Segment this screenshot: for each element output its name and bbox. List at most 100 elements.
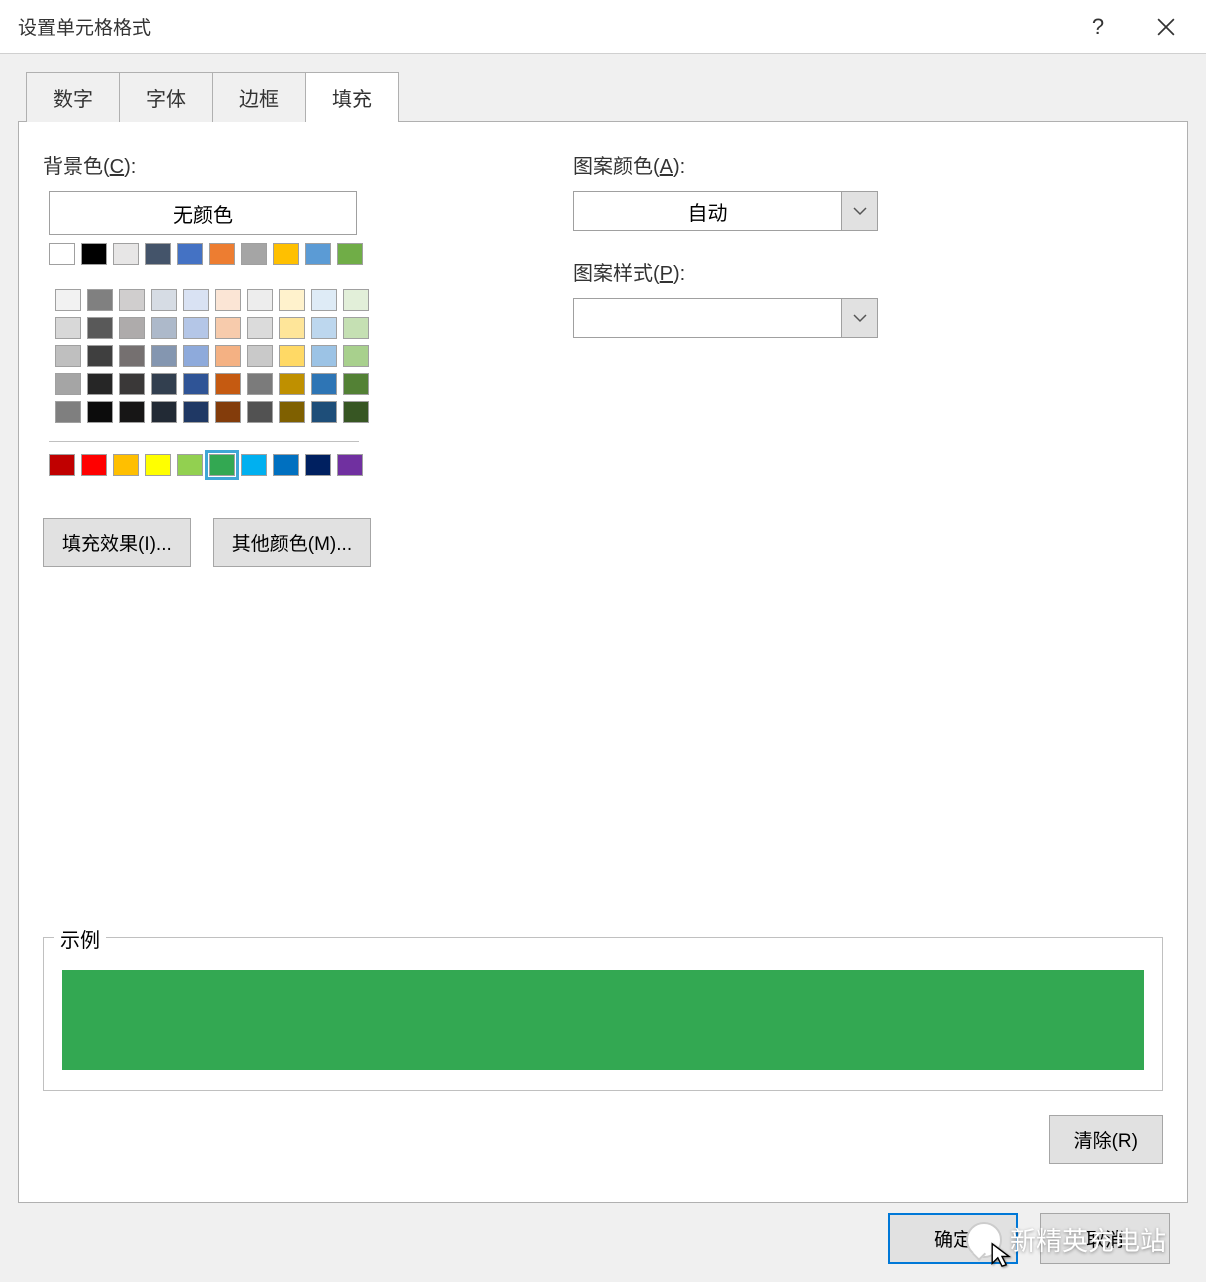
color-swatch[interactable] [87, 373, 113, 395]
color-swatch[interactable] [241, 454, 267, 476]
color-swatch[interactable] [87, 401, 113, 423]
theme-swatch-row [55, 289, 463, 311]
no-color-button[interactable]: 无颜色 [49, 191, 357, 235]
pattern-style-dropdown-arrow[interactable] [841, 299, 877, 337]
color-swatch[interactable] [113, 243, 139, 265]
swatch-row-basic [49, 243, 463, 265]
color-swatch[interactable] [49, 243, 75, 265]
tab-font[interactable]: 字体 [119, 72, 213, 122]
color-swatch[interactable] [311, 373, 337, 395]
color-swatch[interactable] [55, 401, 81, 423]
color-swatch[interactable] [247, 317, 273, 339]
color-swatch[interactable] [311, 345, 337, 367]
theme-swatch-row [55, 401, 463, 423]
color-swatch[interactable] [241, 243, 267, 265]
color-swatch[interactable] [337, 454, 363, 476]
color-swatch[interactable] [55, 317, 81, 339]
tab-fill[interactable]: 填充 [305, 72, 399, 122]
color-swatch[interactable] [273, 243, 299, 265]
ok-button[interactable]: 确定 [888, 1213, 1018, 1264]
color-swatch[interactable] [55, 289, 81, 311]
color-swatch[interactable] [215, 401, 241, 423]
close-button[interactable] [1144, 5, 1188, 49]
color-swatch[interactable] [337, 243, 363, 265]
color-swatch[interactable] [215, 289, 241, 311]
help-button[interactable]: ? [1076, 5, 1120, 49]
fill-effects-button[interactable]: 填充效果(I)... [43, 518, 191, 567]
pattern-color-dropdown-arrow[interactable] [841, 192, 877, 230]
color-swatch[interactable] [279, 289, 305, 311]
color-swatch[interactable] [305, 243, 331, 265]
color-swatch[interactable] [87, 317, 113, 339]
color-swatch[interactable] [151, 373, 177, 395]
color-swatch[interactable] [247, 289, 273, 311]
color-swatch[interactable] [145, 454, 171, 476]
tab-border[interactable]: 边框 [212, 72, 306, 122]
color-swatch[interactable] [183, 345, 209, 367]
color-swatch[interactable] [151, 345, 177, 367]
color-swatch[interactable] [55, 345, 81, 367]
color-swatch[interactable] [119, 373, 145, 395]
color-swatch[interactable] [183, 373, 209, 395]
color-swatch[interactable] [177, 243, 203, 265]
color-swatch[interactable] [273, 454, 299, 476]
color-swatch[interactable] [343, 317, 369, 339]
cancel-button[interactable]: 取消 [1040, 1213, 1170, 1264]
color-swatch[interactable] [305, 454, 331, 476]
color-swatch[interactable] [55, 373, 81, 395]
tabs: 数字 字体 边框 填充 [26, 72, 1188, 122]
color-swatch[interactable] [279, 373, 305, 395]
color-swatch[interactable] [343, 345, 369, 367]
color-swatch[interactable] [311, 401, 337, 423]
color-swatch[interactable] [119, 289, 145, 311]
color-swatch[interactable] [49, 454, 75, 476]
color-swatch[interactable] [81, 243, 107, 265]
color-swatch[interactable] [311, 317, 337, 339]
chevron-down-icon [853, 313, 867, 323]
chevron-down-icon [853, 206, 867, 216]
titlebar: 设置单元格格式 ? [0, 0, 1206, 54]
more-colors-button[interactable]: 其他颜色(M)... [213, 518, 371, 567]
pattern-color-value: 自动 [574, 192, 841, 230]
color-swatch[interactable] [119, 317, 145, 339]
color-swatch[interactable] [81, 454, 107, 476]
color-swatch[interactable] [215, 345, 241, 367]
color-swatch[interactable] [119, 345, 145, 367]
color-swatch[interactable] [343, 289, 369, 311]
color-swatch[interactable] [247, 345, 273, 367]
pattern-style-section: 图案样式(P): [573, 257, 903, 338]
color-swatch[interactable] [151, 289, 177, 311]
color-swatch[interactable] [343, 401, 369, 423]
color-swatch[interactable] [311, 289, 337, 311]
color-swatch[interactable] [87, 289, 113, 311]
color-swatch[interactable] [183, 401, 209, 423]
color-swatch[interactable] [151, 317, 177, 339]
color-swatch[interactable] [145, 243, 171, 265]
standard-color-row [49, 454, 463, 476]
color-swatch[interactable] [279, 401, 305, 423]
sample-color-swatch [62, 970, 1144, 1070]
color-swatch[interactable] [343, 373, 369, 395]
color-swatch[interactable] [151, 401, 177, 423]
color-swatch[interactable] [87, 345, 113, 367]
color-swatch[interactable] [247, 401, 273, 423]
color-swatch[interactable] [113, 454, 139, 476]
tab-number[interactable]: 数字 [26, 72, 120, 122]
sample-legend: 示例 [54, 924, 106, 953]
color-swatch[interactable] [279, 345, 305, 367]
color-swatch[interactable] [177, 454, 203, 476]
color-swatch[interactable] [247, 373, 273, 395]
color-swatch[interactable] [215, 373, 241, 395]
pattern-color-section: 图案颜色(A): 自动 [573, 150, 903, 231]
color-swatch[interactable] [183, 317, 209, 339]
color-swatch[interactable] [209, 454, 235, 476]
pattern-style-combo[interactable] [573, 298, 878, 338]
pattern-color-combo[interactable]: 自动 [573, 191, 878, 231]
color-swatch[interactable] [279, 317, 305, 339]
color-swatch[interactable] [215, 317, 241, 339]
color-swatch[interactable] [209, 243, 235, 265]
clear-button[interactable]: 清除(R) [1049, 1115, 1163, 1164]
color-swatch[interactable] [119, 401, 145, 423]
sample-section: 示例 [43, 937, 1163, 1091]
color-swatch[interactable] [183, 289, 209, 311]
